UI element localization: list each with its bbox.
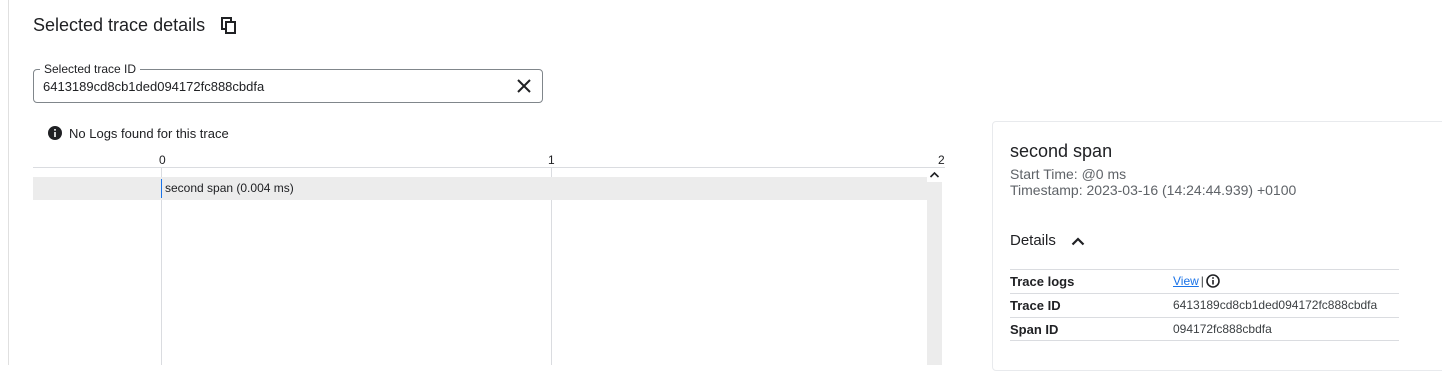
left-border: [8, 0, 9, 365]
scrollbar[interactable]: [927, 168, 942, 365]
axis-tick-0: 0: [159, 153, 166, 167]
page-title: Selected trace details: [33, 15, 206, 35]
span-details-panel: second span Start Time: @0 ms Timestamp:…: [992, 121, 1442, 371]
info-icon: [48, 126, 62, 140]
no-logs-notice: No Logs found for this trace: [48, 124, 229, 142]
info-icon[interactable]: [1206, 274, 1220, 288]
span-row[interactable]: second span (0.004 ms): [33, 177, 927, 200]
span-bar: [161, 179, 162, 198]
axis-tick-1: 1: [548, 153, 555, 167]
detail-key: Trace ID: [1010, 298, 1061, 313]
copy-icon[interactable]: [221, 17, 237, 35]
detail-value: View |: [1173, 274, 1220, 289]
details-toggle[interactable]: Details: [1010, 232, 1085, 250]
span-start-time: Start Time: @0 ms: [1010, 166, 1127, 182]
axis-line: [33, 167, 945, 168]
span-title: second span: [1010, 141, 1113, 161]
span-timestamp: Timestamp: 2023-03-16 (14:24:44.939) +01…: [1010, 182, 1297, 198]
chevron-up-icon[interactable]: [927, 168, 942, 182]
detail-row-trace-logs: Trace logs View |: [1010, 269, 1399, 293]
detail-value: 094172fc888cbdfa: [1173, 322, 1272, 336]
detail-key: Span ID: [1010, 322, 1059, 337]
no-logs-text: No Logs found for this trace: [69, 125, 229, 141]
close-icon[interactable]: [516, 78, 532, 94]
axis-tick-2: 2: [938, 153, 945, 167]
trace-id-field[interactable]: Selected trace ID: [33, 62, 543, 103]
detail-row-trace-id: Trace ID 6413189cd8cb1ded094172fc888cbdf…: [1010, 293, 1399, 317]
chevron-up-icon: [1071, 237, 1085, 246]
details-label: Details: [1010, 232, 1056, 249]
span-label: second span (0.004 ms): [165, 181, 294, 195]
detail-key: Trace logs: [1010, 274, 1075, 289]
detail-row-span-id: Span ID 094172fc888cbdfa: [1010, 317, 1399, 341]
detail-value: 6413189cd8cb1ded094172fc888cbdfa: [1173, 298, 1378, 312]
trace-id-input[interactable]: [43, 79, 483, 95]
trace-id-label: Selected trace ID: [40, 62, 141, 76]
view-logs-link[interactable]: View: [1173, 274, 1199, 288]
